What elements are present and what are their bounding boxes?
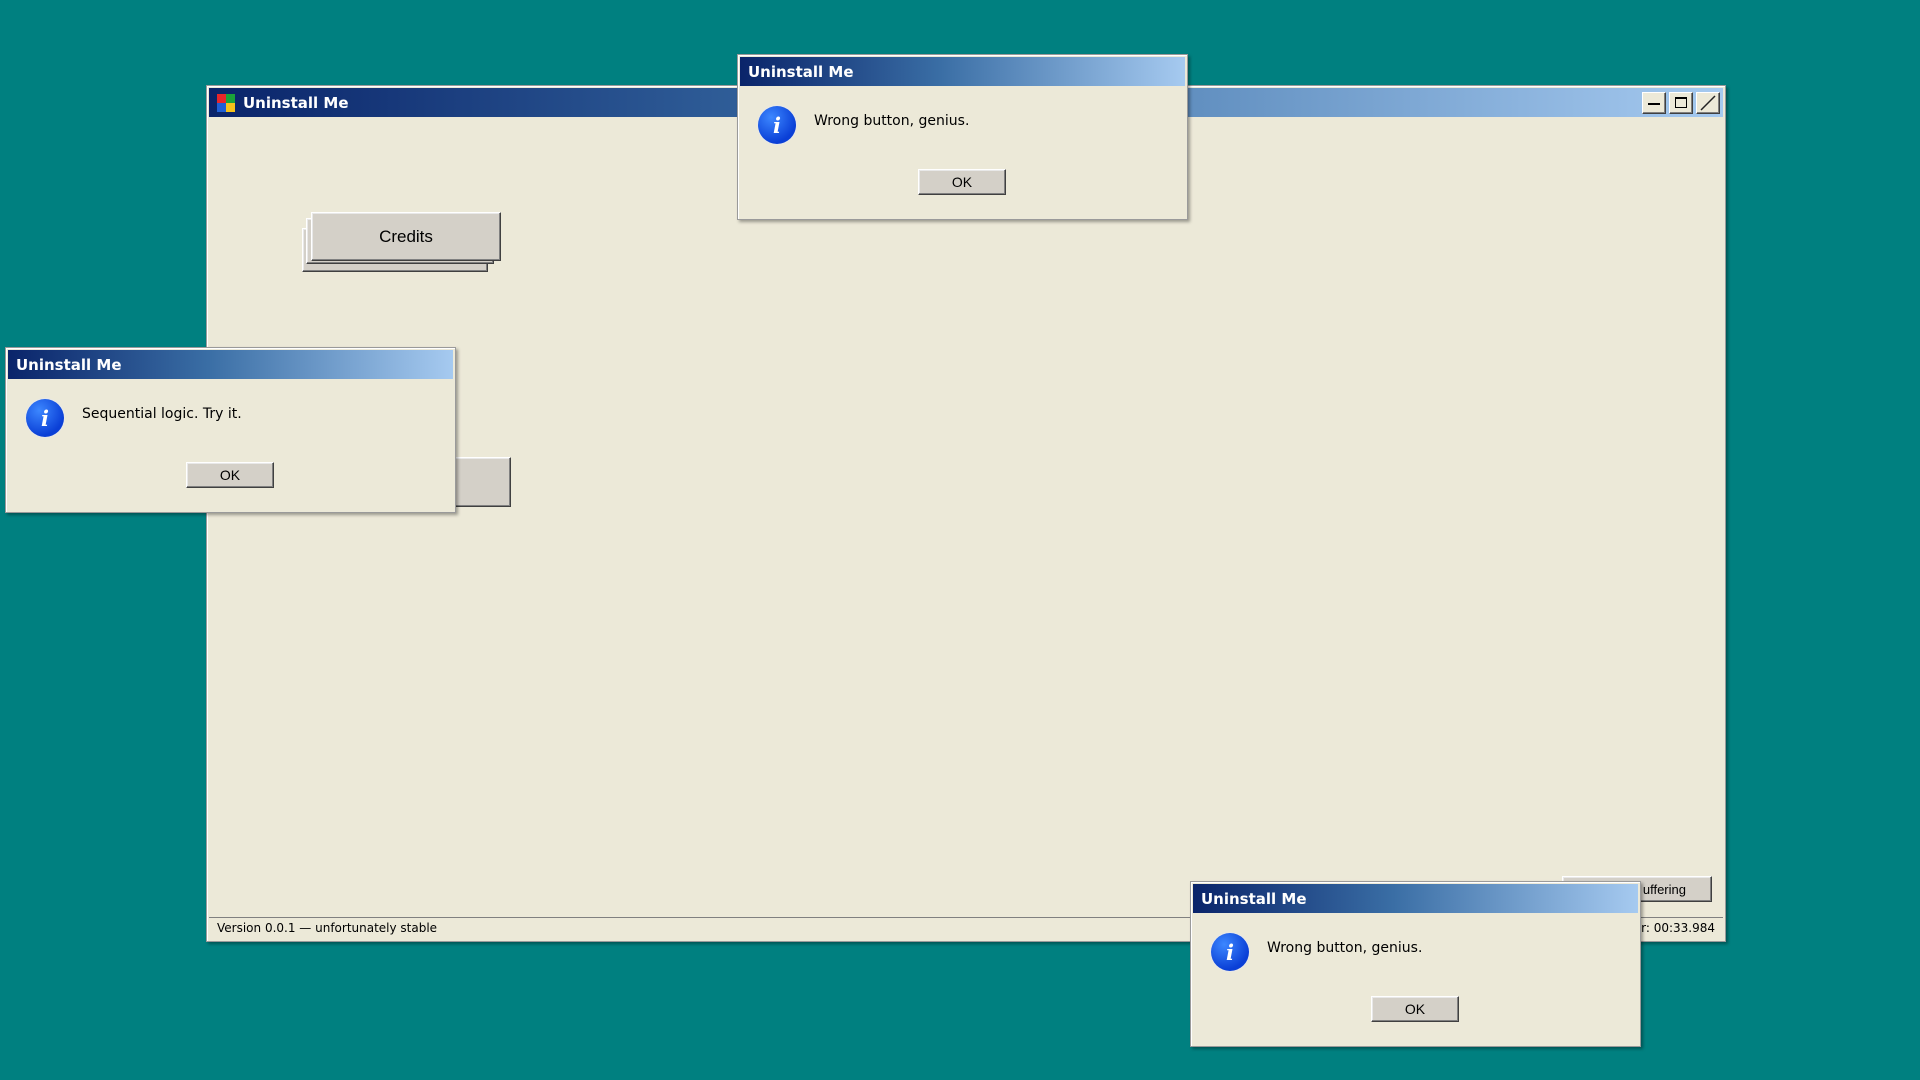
close-icon: [1700, 95, 1716, 111]
credits-button[interactable]: Credits: [311, 212, 501, 261]
status-version: Version 0.0.1 — unfortunately stable: [217, 921, 438, 935]
maximize-button[interactable]: [1669, 92, 1693, 114]
ok-button-label: OK: [219, 467, 241, 483]
window-controls: [1642, 92, 1720, 114]
dialog-title-bar[interactable]: Uninstall Me: [740, 57, 1185, 86]
credits-button-label: Credits: [379, 226, 433, 246]
main-window-title: Uninstall Me: [243, 93, 349, 112]
windows-logo-icon: [217, 93, 235, 112]
dialog-message: Wrong button, genius.: [1267, 940, 1423, 956]
dialog-title: Uninstall Me: [748, 62, 854, 81]
ok-button-label: OK: [1404, 1001, 1426, 1017]
dialog-wrong-button-bottom: Uninstall Me i Wrong button, genius. OK: [1190, 881, 1641, 1047]
dialog-title: Uninstall Me: [16, 355, 122, 374]
ok-button[interactable]: OK: [1371, 996, 1459, 1022]
dialog-title: Uninstall Me: [1201, 889, 1307, 908]
status-timer: er: 00:33.984: [1633, 921, 1715, 935]
dialog-title-bar[interactable]: Uninstall Me: [8, 350, 453, 379]
end-suffering-button-label: uffering: [1642, 881, 1686, 897]
minimize-button[interactable]: [1642, 92, 1666, 114]
ok-button[interactable]: OK: [918, 169, 1006, 195]
ok-button-label: OK: [951, 174, 973, 190]
info-icon: i: [1211, 933, 1249, 971]
dialog-message: Sequential logic. Try it.: [82, 406, 242, 422]
close-button[interactable]: [1696, 92, 1720, 114]
maximize-icon: [1675, 97, 1687, 108]
info-icon: i: [26, 399, 64, 437]
minimize-icon: [1648, 103, 1660, 105]
dialog-wrong-button-top: Uninstall Me i Wrong button, genius. OK: [737, 54, 1188, 220]
info-icon: i: [758, 106, 796, 144]
dialog-title-bar[interactable]: Uninstall Me: [1193, 884, 1638, 913]
ok-button[interactable]: OK: [186, 462, 274, 488]
dialog-sequential-logic: Uninstall Me i Sequential logic. Try it.…: [5, 347, 456, 513]
dialog-message: Wrong button, genius.: [814, 113, 970, 129]
